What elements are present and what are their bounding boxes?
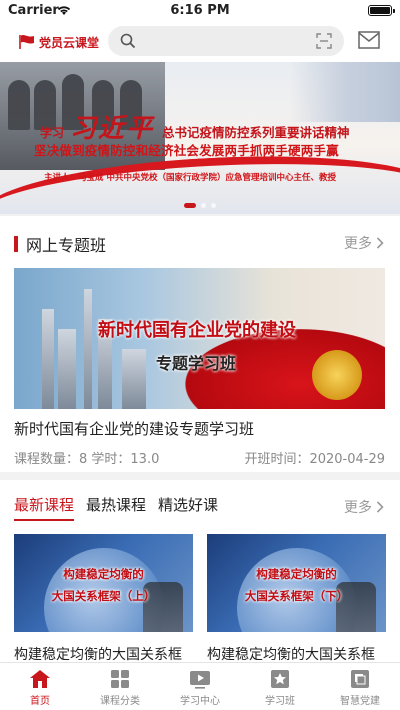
course-card[interactable]: 构建稳定均衡的 大国关系框架（上） 构建稳定均衡的大国关系框 [14, 534, 193, 664]
tab-study-center[interactable]: 学习中心 [160, 663, 240, 710]
pager-dot [184, 203, 196, 208]
section-title: 网上专题班 [14, 232, 106, 256]
class-start-date: 开班时间：2020-04-29 [244, 452, 385, 467]
banner-title: 总书记疫情防控系列重要讲话精神 [162, 125, 350, 140]
mail-icon[interactable] [358, 31, 380, 49]
course-thumbnail: 构建稳定均衡的 大国关系框架（下） [207, 534, 386, 632]
tab-label: 课程分类 [100, 696, 140, 707]
tab-label: 学习班 [265, 696, 295, 707]
home-icon [29, 669, 51, 689]
status-bar: Carrier 6:16 PM [0, 0, 400, 22]
courses-section: 最新课程 最热课程 精选好课 更多 构建稳定均衡的 大国关系框架（上） 构建稳定… [0, 480, 400, 664]
course-thumbnail: 构建稳定均衡的 大国关系框架（上） [14, 534, 193, 632]
app-logo: 党员云课堂 [18, 32, 99, 52]
course-title: 构建稳定均衡的大国关系框 [14, 647, 182, 663]
title-accent-bar [14, 236, 18, 252]
more-link[interactable]: 更多 [344, 497, 384, 517]
course-card[interactable]: 构建稳定均衡的 大国关系框架（下） 构建稳定均衡的大国关系框 [207, 534, 386, 664]
tab-label: 首页 [30, 696, 50, 707]
tab-hottest[interactable]: 最热课程 [86, 494, 146, 521]
banner-subtitle: 坚决做到疫情防控和经济社会发展两手抓两手硬两手赢 [34, 143, 339, 158]
flag-icon [19, 34, 34, 49]
banner-prefix: 学习 [40, 126, 65, 140]
tab-latest[interactable]: 最新课程 [14, 494, 75, 521]
chevron-right-icon [376, 501, 384, 513]
search-icon [120, 33, 136, 49]
course-tabs: 最新课程 最热课程 精选好课 [14, 494, 218, 521]
party-emblem [312, 350, 362, 400]
section-title-text: 网上专题班 [26, 236, 107, 255]
tab-home[interactable]: 首页 [0, 663, 80, 710]
more-link[interactable]: 更多 [344, 233, 384, 253]
tab-label: 学习中心 [180, 696, 220, 707]
thumb-subtitle: 大国关系框架（下） [244, 589, 349, 603]
battery-icon [368, 5, 395, 16]
tab-label: 智慧党建 [340, 696, 380, 707]
bottom-tab-bar: 首页 课程分类 学习中心 学习班 智慧党建 [0, 662, 400, 710]
thumb-title: 构建稳定均衡的 [256, 567, 337, 581]
star-icon [269, 669, 291, 689]
tab-categories[interactable]: 课程分类 [80, 663, 160, 710]
logo-text: 党员云课堂 [39, 35, 100, 50]
app-header: 党员云课堂 [0, 22, 400, 62]
play-icon [189, 669, 211, 689]
cover-title: 新时代国有企业党的建设 [98, 320, 296, 341]
more-label: 更多 [344, 500, 372, 516]
thumb-subtitle: 大国关系框架（上） [51, 589, 156, 603]
banner-lecturer: 主讲人：马宝成 中共中央党校（国家行政学院）应急管理培训中心主任、教授 [44, 173, 336, 183]
more-label: 更多 [344, 236, 372, 252]
scan-icon[interactable] [316, 33, 332, 49]
online-class-section: 网上专题班 更多 新时代国有企业党的建设 专题学习班 新时代国有企业党的建设专题… [0, 216, 400, 472]
course-title: 构建稳定均衡的大国关系框 [207, 647, 375, 663]
grid-icon [109, 669, 131, 689]
tab-study-class[interactable]: 学习班 [240, 663, 320, 710]
class-meta: 课程数量：8 学时：13.0 [14, 452, 160, 467]
class-name[interactable]: 新时代国有企业党的建设专题学习班 [14, 418, 254, 439]
pager-dot [211, 203, 216, 208]
banner-pager [0, 203, 400, 208]
search-input[interactable] [108, 26, 344, 56]
course-list: 构建稳定均衡的 大国关系框架（上） 构建稳定均衡的大国关系框 构建稳定均衡的 大… [14, 534, 386, 664]
promo-banner[interactable]: 学习 习近平 总书记疫情防控系列重要讲话精神 坚决做到疫情防控和经济社会发展两手… [0, 62, 400, 214]
clock: 6:16 PM [170, 3, 230, 18]
cover-subtitle: 专题学习班 [156, 354, 237, 373]
chevron-right-icon [376, 237, 384, 249]
tab-smart-party[interactable]: 智慧党建 [320, 663, 400, 710]
tab-featured[interactable]: 精选好课 [158, 494, 218, 521]
book-icon [349, 669, 371, 689]
thumb-title: 构建稳定均衡的 [63, 567, 144, 581]
pager-dot [201, 203, 206, 208]
class-cover-image[interactable]: 新时代国有企业党的建设 专题学习班 [14, 268, 385, 409]
